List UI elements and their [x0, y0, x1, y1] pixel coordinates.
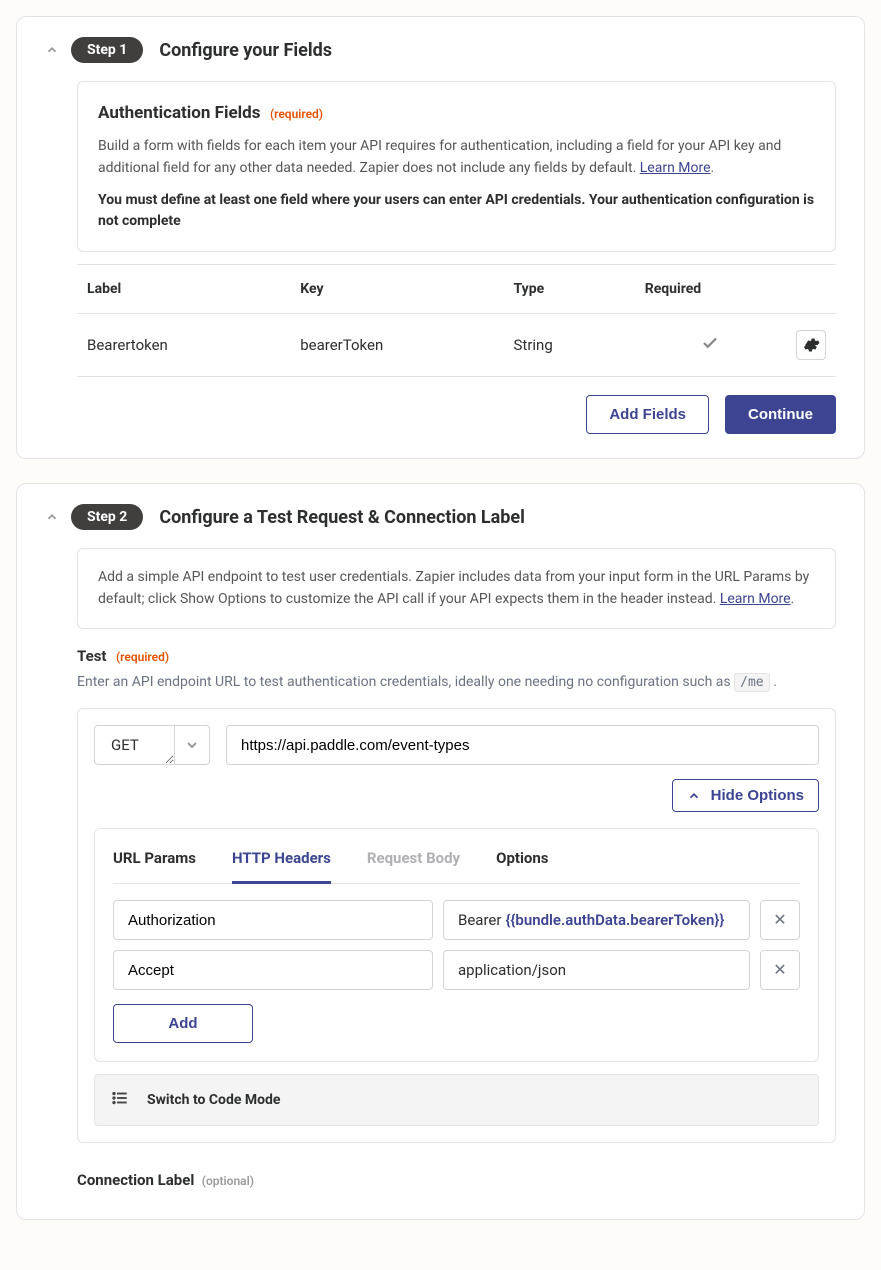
- tab-request-body[interactable]: Request Body: [367, 829, 460, 884]
- check-icon: [645, 334, 776, 356]
- step2-pill: Step 2: [71, 504, 143, 530]
- step1-card: Step 1 Configure your Fields Authenticat…: [16, 16, 865, 459]
- auth-fields-warning: You must define at least one field where…: [98, 190, 815, 233]
- col-type: Type: [514, 281, 645, 297]
- header-key-input[interactable]: [113, 900, 433, 940]
- header-row: application/json ✕: [113, 950, 800, 990]
- chevron-up-icon: [687, 789, 701, 803]
- table-row: Bearertoken bearerToken String: [77, 314, 836, 377]
- step2-title: Configure a Test Request & Connection La…: [159, 507, 525, 528]
- tab-options[interactable]: Options: [496, 829, 548, 884]
- add-fields-button[interactable]: Add Fields: [586, 395, 709, 434]
- hide-options-button[interactable]: Hide Options: [672, 779, 819, 812]
- http-method-value[interactable]: GET: [94, 725, 174, 765]
- close-icon: ✕: [773, 910, 786, 930]
- endpoint-url-input[interactable]: [226, 725, 819, 765]
- chevron-up-icon: [45, 43, 59, 57]
- learn-more-link[interactable]: Learn More: [640, 160, 711, 176]
- remove-header-button[interactable]: ✕: [760, 950, 800, 990]
- connection-label-title: Connection Label: [77, 1171, 194, 1189]
- close-icon: ✕: [773, 960, 786, 980]
- auth-fields-info-box: Authentication Fields (required) Build a…: [77, 81, 836, 252]
- required-tag: (required): [116, 650, 169, 664]
- fields-table-header: Label Key Type Required: [77, 264, 836, 314]
- test-request-desc: Add a simple API endpoint to test user c…: [98, 569, 809, 607]
- hide-options-label: Hide Options: [711, 787, 804, 804]
- remove-header-button[interactable]: ✕: [760, 900, 800, 940]
- step1-pill: Step 1: [71, 37, 143, 63]
- cell-label: Bearertoken: [87, 336, 300, 354]
- tab-url-params[interactable]: URL Params: [113, 829, 196, 884]
- continue-button[interactable]: Continue: [725, 395, 836, 434]
- http-method-select[interactable]: GET: [94, 725, 210, 765]
- chevron-up-icon: [45, 510, 59, 524]
- header-value-input[interactable]: Bearer {{bundle.authData.bearerToken}}: [443, 900, 750, 940]
- step2-header[interactable]: Step 2 Configure a Test Request & Connec…: [45, 504, 836, 530]
- col-label: Label: [87, 281, 300, 297]
- cell-key: bearerToken: [300, 336, 513, 354]
- step1-button-row: Add Fields Continue: [77, 395, 836, 434]
- list-icon: [111, 1089, 129, 1111]
- step1-header[interactable]: Step 1 Configure your Fields: [45, 37, 836, 63]
- step1-title: Configure your Fields: [159, 40, 332, 61]
- row-settings-button[interactable]: [796, 330, 826, 360]
- chevron-down-icon[interactable]: [174, 725, 210, 765]
- request-tabs: URL Params HTTP Headers Request Body Opt…: [113, 829, 800, 884]
- switch-to-code-mode-button[interactable]: Switch to Code Mode: [94, 1074, 819, 1126]
- header-key-input[interactable]: [113, 950, 433, 990]
- learn-more-link[interactable]: Learn More: [720, 591, 791, 607]
- auth-fields-heading: Authentication Fields: [98, 103, 260, 123]
- test-request-info-box: Add a simple API endpoint to test user c…: [77, 548, 836, 629]
- add-header-button[interactable]: Add: [113, 1004, 253, 1043]
- test-label: Test: [77, 647, 107, 665]
- step2-card: Step 2 Configure a Test Request & Connec…: [16, 483, 865, 1220]
- gear-icon: [802, 336, 820, 354]
- required-tag: (required): [270, 107, 323, 121]
- code-sample: /me: [734, 673, 769, 692]
- header-row: Bearer {{bundle.authData.bearerToken}} ✕: [113, 900, 800, 940]
- col-required: Required: [645, 281, 776, 297]
- tab-http-headers[interactable]: HTTP Headers: [232, 829, 331, 884]
- cell-type: String: [514, 336, 645, 354]
- fields-table: Label Key Type Required Bearertoken bear…: [77, 264, 836, 377]
- code-mode-label: Switch to Code Mode: [147, 1092, 280, 1108]
- request-pane: GET Hide Options URL Params HTTP Headers: [77, 708, 836, 1143]
- test-help-text: Enter an API endpoint URL to test authen…: [77, 671, 836, 694]
- request-options-pane: URL Params HTTP Headers Request Body Opt…: [94, 828, 819, 1062]
- header-value-input[interactable]: application/json: [443, 950, 750, 990]
- col-key: Key: [300, 281, 513, 297]
- optional-tag: (optional): [202, 1174, 254, 1188]
